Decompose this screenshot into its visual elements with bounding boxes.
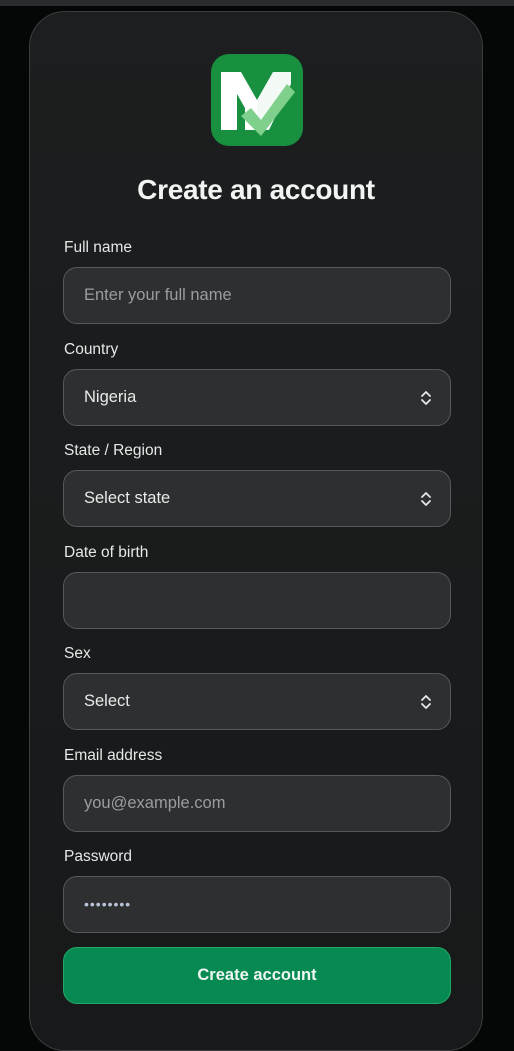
country-value: Nigeria [84, 388, 137, 406]
up-down-chevron-icon [421, 695, 431, 709]
sex-select[interactable]: Select [63, 673, 451, 730]
password-masked-value: •••••••• [84, 896, 132, 912]
full-name-input[interactable]: Enter your full name [63, 267, 451, 324]
country-select[interactable]: Nigeria [63, 369, 451, 426]
sex-value: Select [84, 692, 130, 710]
window-top-edge [0, 0, 514, 6]
page-title: Create an account [137, 174, 375, 205]
up-down-chevron-icon [421, 492, 431, 506]
m-checkmark-logo-icon [221, 72, 295, 136]
up-down-chevron-icon [421, 391, 431, 405]
email-input[interactable]: you@example.com [63, 775, 451, 832]
password-input[interactable]: •••••••• [63, 876, 451, 933]
dob-label: Date of birth [64, 544, 149, 561]
country-label: Country [64, 341, 119, 358]
password-label: Password [64, 848, 133, 865]
sex-label: Sex [64, 645, 91, 662]
create-account-button[interactable]: Create account [63, 947, 451, 1004]
full-name-placeholder: Enter your full name [84, 286, 232, 304]
state-value: Select state [84, 489, 171, 507]
app-logo [211, 54, 303, 146]
email-label: Email address [64, 747, 163, 764]
full-name-label: Full name [64, 239, 133, 256]
dob-input[interactable] [63, 572, 451, 629]
email-placeholder: you@example.com [84, 794, 226, 812]
state-select[interactable]: Select state [63, 470, 451, 527]
state-label: State / Region [64, 442, 163, 459]
